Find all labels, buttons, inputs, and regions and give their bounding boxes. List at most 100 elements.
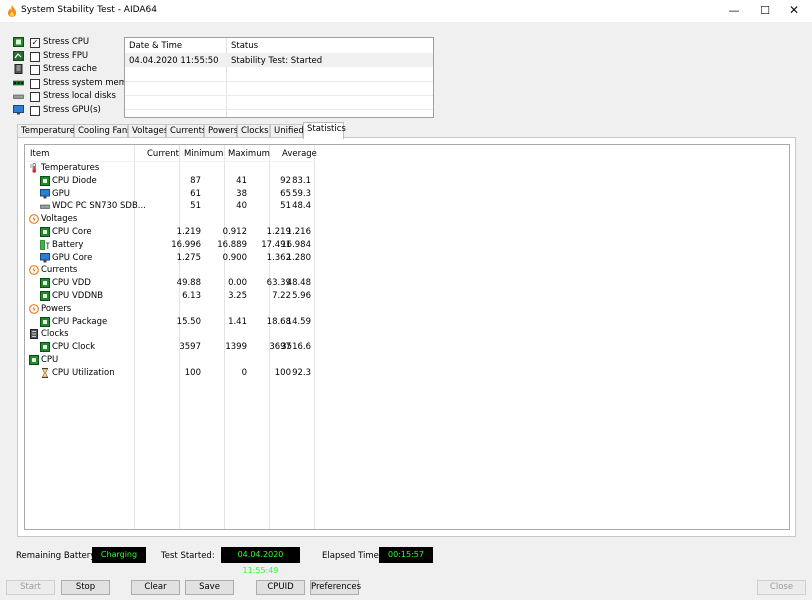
log-date-header[interactable]: Date & Time [129, 41, 182, 51]
stat-row-cpu-vddnb[interactable]: CPU VDDNB 6.13 3.25 7.22 5.96 [25, 290, 315, 303]
cpu-chip-icon [13, 37, 24, 47]
clock-chip-icon [30, 329, 38, 340]
tab-temperatures[interactable]: Temperatures [17, 124, 79, 138]
stress-fpu-label: Stress FPU [43, 50, 89, 61]
average-value: 14.59 [286, 316, 311, 327]
stress-gpu-checkbox[interactable] [30, 105, 40, 116]
close-button[interactable]: Close [757, 580, 806, 595]
average-value: 5.96 [292, 291, 311, 301]
disk-icon [40, 205, 50, 210]
tab-currents[interactable]: Currents [166, 124, 206, 138]
stat-row-disk[interactable]: WDC PC SN730 SDB... 51 40 51 48.4 [25, 200, 315, 213]
stress-gpu-option[interactable]: Stress GPU(s) [13, 104, 125, 118]
stress-cpu-label: Stress CPU [43, 37, 90, 47]
tab-cooling-fans[interactable]: Cooling Fans [74, 124, 132, 138]
statistics-table[interactable]: Item Current Minimum Maximum Average Tem… [24, 144, 790, 530]
save-button[interactable]: Save [185, 580, 234, 595]
stress-cpu-option[interactable]: ✓ Stress CPU [13, 36, 125, 50]
group-label: Clocks [41, 329, 69, 340]
maximize-button[interactable]: ☐ [751, 0, 779, 22]
remaining-battery-label: Remaining Battery: [16, 551, 98, 561]
log-header: Date & Time Status [125, 38, 433, 53]
stat-name: WDC PC SN730 SDB... [52, 201, 146, 212]
group-label: Voltages [41, 214, 78, 225]
status-bar: Remaining Battery: Charging Test Started… [16, 546, 796, 575]
event-log[interactable]: Date & Time Status 04.04.2020 11:55:50 S… [124, 37, 434, 118]
stat-name: CPU Utilization [52, 367, 115, 378]
stress-disks-checkbox[interactable] [30, 92, 40, 102]
tab-voltages[interactable]: Voltages [128, 124, 168, 138]
window-close-button[interactable]: ✕ [780, 0, 808, 22]
stat-row-cpu-utilization[interactable]: CPU Utilization 100 0 100 92.3 [25, 367, 315, 380]
tab-statistics[interactable]: Statistics [303, 122, 346, 139]
stress-memory-option[interactable]: Stress system memory [13, 77, 141, 91]
stat-row-cpu-diode[interactable]: CPU Diode 87 41 92 83.1 [25, 175, 315, 188]
average-value: 48.48 [286, 278, 311, 289]
maximum-column-header[interactable]: Maximum [228, 149, 270, 159]
stat-name: CPU Clock [52, 342, 96, 353]
tab-unified[interactable]: Unified [270, 124, 304, 138]
stat-row-gpu[interactable]: GPU 61 38 65 59.3 [25, 188, 315, 201]
cpu-chip-icon [40, 316, 50, 327]
power-icon [29, 303, 39, 314]
stat-row-cpu-vdd[interactable]: CPU VDD 49.88 0.00 63.39 48.48 [25, 277, 315, 290]
stat-row-cpu-package[interactable]: CPU Package 15.50 1.41 18.68 14.59 [25, 316, 315, 329]
clear-button[interactable]: Clear [131, 580, 180, 595]
test-started-value: 04.04.2020 11:55:49 [221, 547, 300, 575]
cpu-chip-icon [40, 342, 50, 353]
minimize-button[interactable]: — [720, 0, 748, 22]
group-label: Powers [41, 303, 72, 314]
stat-row-cpu-clock[interactable]: CPU Clock 3597 1399 3697 3516.6 [25, 341, 315, 354]
gpu-monitor-icon [40, 252, 50, 263]
stress-cache-checkbox[interactable] [30, 65, 40, 75]
average-value: 3516.6 [281, 342, 311, 353]
stress-cache-option[interactable]: Stress cache [13, 63, 125, 77]
stat-row-cpu-core-voltage[interactable]: CPU Core 1.219 0.912 1.219 1.216 [25, 226, 315, 239]
cpuid-button[interactable]: CPUID [256, 580, 305, 595]
average-value: 59.3 [292, 188, 311, 199]
stress-gpu-label: Stress GPU(s) [43, 104, 101, 115]
start-button[interactable]: Start [6, 580, 55, 595]
stat-row-battery[interactable]: Battery 16.996 16.889 17.491 16.984 [25, 239, 315, 252]
current-column-header[interactable]: Current [147, 149, 179, 159]
group-row-cpu[interactable]: CPU [25, 354, 315, 367]
group-row-clocks[interactable]: Clocks [25, 328, 315, 341]
stat-name: GPU Core [52, 252, 93, 263]
stress-memory-checkbox[interactable] [30, 78, 40, 89]
stat-name: CPU VDDNB [52, 291, 104, 301]
gpu-monitor-icon [40, 188, 50, 199]
average-value: 83.1 [292, 175, 311, 186]
minimum-column-header[interactable]: Minimum [184, 149, 223, 159]
hourglass-icon [42, 367, 48, 378]
group-label: CPU [41, 355, 59, 365]
log-row-line [125, 109, 433, 110]
stress-fpu-checkbox[interactable] [30, 51, 40, 62]
stat-row-gpu-core-voltage[interactable]: GPU Core 1.275 0.900 1.362 1.280 [25, 252, 315, 265]
group-row-powers[interactable]: Powers [25, 303, 315, 316]
tab-clocks[interactable]: Clocks [237, 124, 270, 138]
elapsed-time-label: Elapsed Time: [322, 551, 382, 561]
stress-disks-option[interactable]: Stress local disks [13, 90, 125, 104]
stop-button[interactable]: Stop [61, 580, 110, 595]
average-column-header[interactable]: Average [282, 149, 317, 159]
test-started-label: Test Started: [161, 551, 215, 561]
log-status-header[interactable]: Status [231, 41, 258, 51]
thermometer-icon [30, 163, 37, 173]
item-column-header[interactable]: Item [30, 149, 49, 159]
group-label: Currents [41, 265, 78, 276]
stress-options: ✓ Stress CPU Stress FPU Stress cache Str… [13, 36, 141, 118]
stress-disks-label: Stress local disks [43, 91, 116, 101]
log-row[interactable]: 04.04.2020 11:55:50 Stability Test: Star… [125, 52, 433, 67]
stress-cpu-checkbox[interactable]: ✓ [30, 38, 40, 48]
log-date-cell: 04.04.2020 11:55:50 [129, 55, 219, 66]
group-row-currents[interactable]: Currents [25, 264, 315, 277]
group-row-voltages[interactable]: Voltages [25, 213, 315, 226]
stress-cache-label: Stress cache [43, 64, 97, 74]
gpu-monitor-icon [13, 104, 24, 114]
tab-powers[interactable]: Powers [204, 124, 238, 138]
preferences-button[interactable]: Preferences [310, 580, 361, 595]
title-bar: System Stability Test - AIDA64 — ☐ ✕ [0, 0, 812, 22]
memory-icon [13, 80, 24, 85]
group-row-temperatures[interactable]: Temperatures [25, 162, 315, 175]
stress-fpu-option[interactable]: Stress FPU [13, 50, 125, 64]
